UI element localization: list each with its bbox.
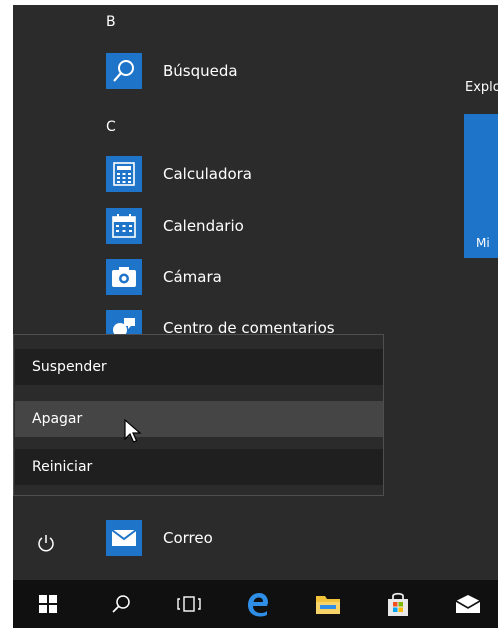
app-label: Cámara <box>163 268 222 286</box>
app-label: Búsqueda <box>163 62 238 80</box>
search-icon <box>106 53 142 89</box>
menu-item-label: Suspender <box>32 359 107 375</box>
app-label: Calendario <box>163 217 244 235</box>
app-calculadora[interactable]: Calculadora <box>106 156 252 192</box>
windows-start-icon <box>39 595 57 613</box>
store-button[interactable] <box>375 580 421 628</box>
start-button[interactable] <box>27 580 69 628</box>
store-icon <box>388 592 408 616</box>
menu-item-label: Reiniciar <box>32 459 93 475</box>
calculator-icon <box>106 156 142 192</box>
file-explorer-icon <box>316 596 340 614</box>
taskbar <box>13 580 498 628</box>
calendar-icon <box>106 208 142 244</box>
app-label: Correo <box>163 529 213 547</box>
task-view-icon <box>177 596 201 612</box>
power-icon <box>38 535 54 552</box>
app-label: Calculadora <box>163 165 253 183</box>
mail-button[interactable] <box>445 580 491 628</box>
mouse-cursor-icon <box>124 419 142 443</box>
tile-label: Mi <box>476 236 490 250</box>
group-header-c[interactable]: C <box>106 119 116 135</box>
power-button[interactable] <box>13 518 79 568</box>
app-calendario[interactable]: Calendario <box>106 208 244 244</box>
group-header-b[interactable]: B <box>106 14 116 30</box>
suspend-menu-item[interactable]: Suspender <box>15 349 383 385</box>
mail-icon <box>455 595 481 613</box>
live-tile[interactable]: Mi <box>464 114 498 258</box>
desktop-screen: B Búsqueda C Calculadora Calendario Cáma… <box>0 0 498 628</box>
app-correo[interactable]: Correo <box>106 520 213 556</box>
task-view-button[interactable] <box>166 580 212 628</box>
tiles-group-header[interactable]: Explo <box>465 80 498 95</box>
file-explorer-button[interactable] <box>305 580 351 628</box>
power-options-menu: Suspender Apagar Reiniciar <box>13 334 384 496</box>
app-camara[interactable]: Cámara <box>106 259 222 295</box>
search-button[interactable] <box>99 580 143 628</box>
shutdown-menu-item[interactable]: Apagar <box>15 401 383 437</box>
camera-icon <box>106 259 142 295</box>
search-icon <box>112 595 130 613</box>
restart-menu-item[interactable]: Reiniciar <box>15 449 383 485</box>
mail-icon <box>106 520 142 556</box>
edge-icon <box>248 593 268 617</box>
menu-item-label: Apagar <box>32 411 83 427</box>
edge-browser-button[interactable] <box>235 580 281 628</box>
app-busqueda[interactable]: Búsqueda <box>106 53 238 89</box>
